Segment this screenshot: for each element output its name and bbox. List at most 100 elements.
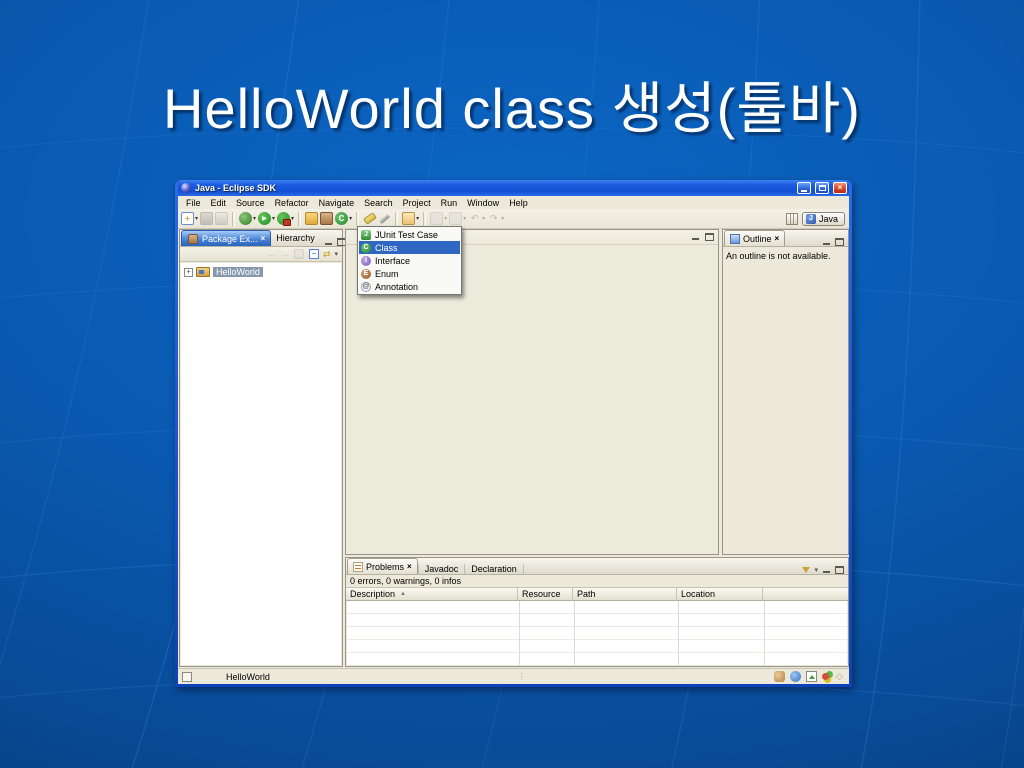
menu-refactor[interactable]: Refactor bbox=[270, 198, 314, 208]
open-perspective-icon[interactable] bbox=[785, 212, 798, 225]
menu-edit[interactable]: Edit bbox=[206, 198, 232, 208]
new-java-project-icon[interactable] bbox=[305, 212, 319, 225]
tab-problems[interactable]: Problems × bbox=[347, 558, 418, 574]
new-wizard-icon[interactable]: + bbox=[181, 212, 194, 225]
menu-item-junit-test-case[interactable]: J JUnit Test Case bbox=[359, 228, 460, 241]
debug-icon[interactable] bbox=[239, 212, 253, 225]
build-status-icon[interactable] bbox=[773, 671, 785, 682]
nav-caret-icon: ▾ bbox=[463, 216, 467, 222]
mark-occurrences-icon[interactable] bbox=[379, 213, 391, 224]
preview-status-icon[interactable] bbox=[805, 671, 817, 682]
new-wizard-caret-icon[interactable]: ▾ bbox=[195, 215, 198, 222]
new-class-icon[interactable]: C bbox=[335, 212, 349, 225]
tab-javadoc[interactable]: Javadoc bbox=[417, 564, 466, 574]
view-menu-icon[interactable]: ▾ bbox=[334, 250, 338, 258]
tab-hierarchy[interactable]: Hierarchy bbox=[271, 230, 320, 246]
open-type-icon[interactable] bbox=[402, 212, 416, 225]
minimize-view-icon[interactable] bbox=[822, 566, 831, 574]
java-perspective-icon: J bbox=[805, 213, 816, 224]
minimize-view-icon[interactable] bbox=[822, 238, 831, 246]
slide-title: HelloWorld class 생성(툴바) bbox=[163, 77, 861, 140]
minimize-view-icon[interactable] bbox=[324, 238, 333, 246]
link-with-editor-icon[interactable]: ⇄ bbox=[323, 249, 331, 260]
column-path[interactable]: Path bbox=[573, 588, 677, 600]
minimize-icon bbox=[801, 189, 807, 192]
close-button[interactable]: × bbox=[833, 182, 847, 194]
maximize-view-icon[interactable] bbox=[835, 566, 844, 574]
eclipse-app-icon bbox=[181, 183, 191, 193]
window-titlebar[interactable]: Java - Eclipse SDK × bbox=[178, 180, 849, 196]
minimize-button[interactable] bbox=[797, 182, 811, 194]
view-menu-icon[interactable]: ▾ bbox=[814, 566, 818, 574]
maximize-view-icon[interactable] bbox=[835, 238, 844, 246]
tab-package-explorer[interactable]: Package Ex... × bbox=[181, 230, 272, 246]
column-resource[interactable]: Resource bbox=[518, 588, 573, 600]
menu-item-annotation[interactable]: @ Annotation bbox=[359, 280, 460, 293]
problems-panel: Problems × Javadoc Declaration ▾ 0 error… bbox=[345, 557, 849, 667]
fast-view-icon[interactable] bbox=[182, 671, 192, 682]
tree-row[interactable]: + HelloWorld bbox=[184, 267, 338, 277]
maximize-editor-icon[interactable] bbox=[705, 233, 714, 241]
toolbar-separator bbox=[298, 211, 302, 226]
forward-icon[interactable]: → bbox=[280, 249, 289, 259]
java-perspective-button[interactable]: J Java bbox=[801, 211, 845, 226]
progress-status-icon[interactable] bbox=[789, 671, 801, 682]
column-location[interactable]: Location bbox=[677, 588, 763, 600]
run-icon[interactable]: ▶ bbox=[258, 212, 272, 225]
forward-icon[interactable]: ↷ bbox=[490, 214, 498, 223]
menu-item-class[interactable]: C Class bbox=[359, 241, 460, 254]
up-icon[interactable] bbox=[293, 249, 304, 259]
external-tools-caret-icon[interactable]: ▾ bbox=[291, 215, 294, 222]
print-icon[interactable] bbox=[215, 212, 229, 225]
column-description[interactable]: Description ▲ bbox=[346, 588, 518, 600]
tab-outline[interactable]: Outline × bbox=[724, 230, 786, 246]
menu-search[interactable]: Search bbox=[359, 198, 398, 208]
menu-project[interactable]: Project bbox=[398, 198, 436, 208]
perspective-bar: J Java bbox=[785, 211, 849, 226]
debug-caret-icon[interactable]: ▾ bbox=[253, 215, 256, 222]
save-icon[interactable] bbox=[200, 212, 214, 225]
sync-status-icon[interactable] bbox=[821, 673, 829, 680]
column-divider bbox=[519, 601, 520, 665]
external-tools-icon[interactable] bbox=[277, 212, 292, 226]
problems-table-body[interactable] bbox=[347, 601, 847, 665]
menu-item-interface[interactable]: I Interface bbox=[359, 254, 460, 267]
status-separator: ⋮ bbox=[517, 672, 526, 681]
outline-tabbar: Outline × bbox=[723, 230, 848, 247]
expand-icon[interactable]: + bbox=[184, 267, 193, 277]
new-class-caret-icon[interactable]: ▾ bbox=[349, 215, 352, 222]
minimize-editor-icon[interactable] bbox=[691, 233, 700, 241]
close-tab-icon[interactable]: × bbox=[407, 562, 412, 571]
close-tab-icon[interactable]: × bbox=[261, 234, 266, 243]
outline-icon bbox=[730, 233, 740, 244]
heap-status-icon[interactable]: ◇ bbox=[834, 671, 845, 682]
menu-file[interactable]: File bbox=[181, 198, 206, 208]
back-icon[interactable]: ↶ bbox=[471, 214, 479, 223]
package-explorer-tabbar: Package Ex... × Hierarchy bbox=[180, 230, 346, 247]
menu-run[interactable]: Run bbox=[436, 198, 463, 208]
menu-window[interactable]: Window bbox=[462, 198, 504, 208]
menu-help[interactable]: Help bbox=[504, 198, 533, 208]
search-icon[interactable] bbox=[362, 212, 377, 225]
go-into-icon[interactable] bbox=[449, 212, 463, 225]
tree-item-helloworld[interactable]: HelloWorld bbox=[213, 267, 263, 277]
slide-canvas: HelloWorld class 생성(툴바) Java - Eclipse S… bbox=[0, 0, 1024, 768]
status-selection-label: HelloWorld bbox=[226, 671, 270, 682]
last-edit-location-icon[interactable] bbox=[430, 212, 444, 225]
menu-item-enum[interactable]: E Enum bbox=[359, 267, 460, 280]
close-tab-icon[interactable]: × bbox=[775, 234, 780, 243]
toolbar-separator bbox=[395, 211, 399, 226]
back-icon[interactable]: ← bbox=[267, 249, 276, 259]
menu-source[interactable]: Source bbox=[231, 198, 270, 208]
new-package-icon[interactable] bbox=[320, 212, 334, 225]
open-type-caret-icon[interactable]: ▾ bbox=[416, 215, 419, 222]
run-caret-icon[interactable]: ▾ bbox=[272, 215, 275, 222]
tab-outline-label: Outline bbox=[743, 233, 772, 244]
tab-declaration[interactable]: Declaration bbox=[465, 564, 524, 574]
menu-navigate[interactable]: Navigate bbox=[314, 198, 360, 208]
filter-icon[interactable] bbox=[802, 567, 811, 573]
collapse-all-icon[interactable]: − bbox=[308, 249, 319, 259]
main-toolbar: + ▾ ▾ ▶ ▾ ▾ C ▾ ▾ ▾ ▾ ↶ ▾ ↷ ▾ J Java bbox=[178, 209, 849, 229]
restore-button[interactable] bbox=[815, 182, 829, 194]
interface-icon: I bbox=[361, 255, 371, 266]
